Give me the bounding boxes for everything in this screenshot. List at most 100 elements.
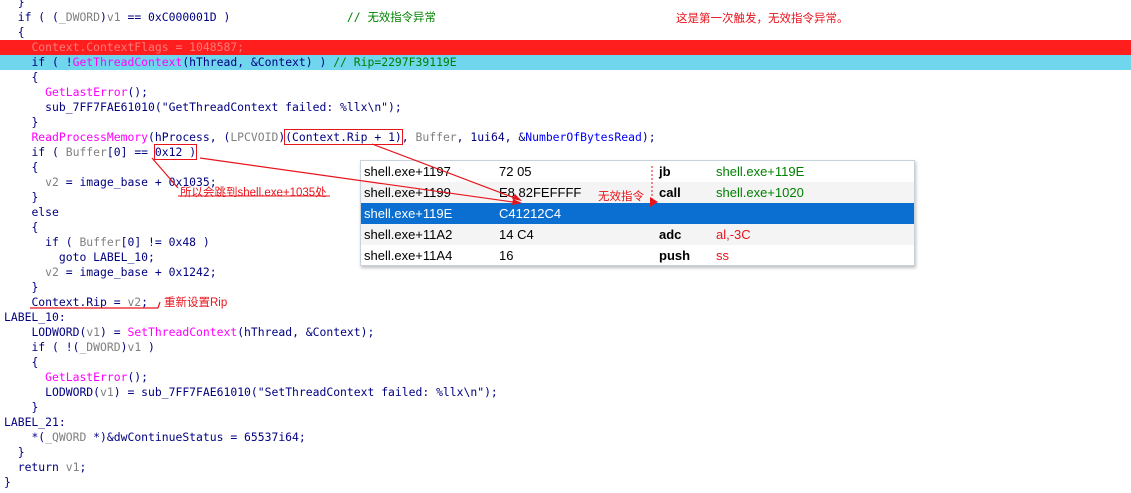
code-token: if ( !( xyxy=(31,340,80,354)
code-line[interactable]: if ( Buffer[0] == 0x12 ) xyxy=(0,144,1131,160)
code-token: ); xyxy=(641,130,656,144)
code-token: [0] != 0x48 ) xyxy=(120,235,210,249)
code-line[interactable]: return v1; xyxy=(0,460,1131,475)
code-token: v1 xyxy=(127,340,142,354)
code-token: if ( ( xyxy=(17,10,59,24)
annotation-invalid-instruction: 无效指令 xyxy=(598,191,644,203)
code-token: LODWORD xyxy=(31,325,80,339)
code-token: LODWORD xyxy=(45,385,94,399)
code-token: ReadProcessMemory xyxy=(31,130,149,144)
code-token: } xyxy=(31,400,39,414)
code-line[interactable]: *(_QWORD *)&dwContinueStatus = 65537i64; xyxy=(0,430,1131,445)
code-line[interactable]: } xyxy=(0,115,1131,130)
disasm-addr: shell.exe+1197 xyxy=(364,164,451,179)
code-line[interactable]: } xyxy=(0,475,1131,490)
code-token: { xyxy=(31,355,39,369)
code-token: (hProcess, ( xyxy=(148,130,231,144)
code-line[interactable]: GetLastError(); xyxy=(0,85,1131,100)
disasm-operand: shell.exe+1020 xyxy=(716,185,804,200)
code-token: } xyxy=(31,115,39,129)
code-line[interactable]: LABEL_21: xyxy=(0,415,1131,430)
code-token: else xyxy=(31,205,59,219)
code-token: } xyxy=(17,445,25,459)
annotation-first-trigger: 这是第一次触发，无效指令异常。 xyxy=(676,13,849,25)
disasm-mnemonic: push xyxy=(659,248,691,263)
code-token: { xyxy=(17,25,25,39)
disassembly-popup[interactable]: shell.exe+1197 72 05 jb shell.exe+119E shell… xyxy=(360,160,915,266)
code-token: GetThreadContext xyxy=(72,55,183,69)
disasm-mnemonic: call xyxy=(659,185,681,200)
disasm-addr: shell.exe+11A4 xyxy=(364,248,453,263)
disasm-row[interactable]: shell.exe+1197 72 05 jb shell.exe+119E xyxy=(361,161,914,182)
annotation-jump-note: 所以会跳到shell.exe+1035处 xyxy=(180,187,327,199)
code-token: if ( ! xyxy=(31,55,73,69)
code-token: v1 xyxy=(100,385,114,399)
code-token: [0] == xyxy=(106,145,155,159)
code-token: v2 xyxy=(45,265,59,279)
disasm-operand: shell.exe+119E xyxy=(716,164,805,179)
code-token: } xyxy=(4,475,11,489)
code-line[interactable]: if ( !GetThreadContext(hThread, &Context… xyxy=(0,55,1131,70)
code-token: Context.ContextFlags = 1048587; xyxy=(31,40,245,54)
code-token: SetThreadContext xyxy=(127,325,238,339)
code-line[interactable]: { xyxy=(0,70,1131,85)
code-token: } xyxy=(31,280,39,294)
disasm-bytes: E8 82FEFFFF xyxy=(499,185,582,200)
code-token: Buffer xyxy=(65,145,107,159)
code-line[interactable]: } xyxy=(0,400,1131,415)
code-token: Context.Rip = xyxy=(31,295,128,309)
code-token: v1 xyxy=(65,460,80,474)
code-line[interactable]: Context.ContextFlags = 1048587; xyxy=(0,40,1131,55)
disasm-addr: shell.exe+1199 xyxy=(364,185,451,200)
disasm-bytes: 14 C4 xyxy=(499,227,534,242)
annotation-reset-rip: 重新设置Rip xyxy=(164,297,228,309)
code-token: { xyxy=(31,70,39,84)
disasm-addr: shell.exe+11A2 xyxy=(364,227,453,242)
code-token: ) xyxy=(100,10,107,24)
code-line[interactable]: if ( !(_DWORD)v1 ) xyxy=(0,340,1131,355)
disasm-row[interactable]: shell.exe+119E C41212C4 xyxy=(361,203,914,224)
code-line[interactable]: } xyxy=(0,0,1131,10)
code-token: Buffer xyxy=(415,130,457,144)
code-token: { xyxy=(31,220,39,234)
code-token: GetLastError xyxy=(45,370,128,384)
disasm-row[interactable]: shell.exe+11A2 14 C4 adc al,-3C xyxy=(361,224,914,245)
code-token: ) xyxy=(141,340,155,354)
code-token: } xyxy=(31,190,39,204)
code-token: // Rip=2297F39119E xyxy=(333,55,457,69)
code-token: LPCVOID xyxy=(230,130,279,144)
disasm-mnemonic: jb xyxy=(659,164,671,179)
code-token: _DWORD xyxy=(58,10,101,24)
code-line[interactable]: { xyxy=(0,355,1131,370)
code-line[interactable]: LABEL_10: xyxy=(0,310,1131,325)
code-token: _DWORD xyxy=(79,340,121,354)
code-line[interactable]: GetLastError(); xyxy=(0,370,1131,385)
code-token: ; xyxy=(79,460,87,474)
code-token-boxed: 0x12 ) xyxy=(153,144,198,160)
code-token: v1 xyxy=(106,10,121,24)
code-token: if ( xyxy=(31,145,66,159)
disasm-row[interactable]: shell.exe+11A4 16 push ss xyxy=(361,245,914,265)
code-token: ) = xyxy=(100,325,128,339)
code-line[interactable]: } xyxy=(0,445,1131,460)
code-token: = image_base + 0x1242; xyxy=(58,265,217,279)
disasm-bytes: C41212C4 xyxy=(499,206,562,221)
code-line[interactable]: ReadProcessMemory(hProcess, (LPCVOID)(Co… xyxy=(0,129,1131,145)
code-token: Buffer xyxy=(79,235,121,249)
code-token: (hThread, &Context) ) xyxy=(182,55,334,69)
code-line[interactable]: LODWORD(v1) = SetThreadContext(hThread, … xyxy=(0,325,1131,340)
code-token: *( xyxy=(31,430,46,444)
code-line[interactable]: if ( (_DWORD)v1 == 0xC000001D ) // 无效指令异… xyxy=(0,10,1131,25)
code-line[interactable]: } xyxy=(0,280,1131,295)
code-token: GetLastError xyxy=(45,85,128,99)
code-line[interactable]: sub_7FF7FAE61010("GetThreadContext faile… xyxy=(0,100,1131,115)
code-token: v2 xyxy=(45,175,59,189)
code-line[interactable]: { xyxy=(0,25,1131,40)
code-line[interactable]: LODWORD(v1) = sub_7FF7FAE61010("SetThrea… xyxy=(0,385,1131,400)
code-line[interactable]: v2 = image_base + 0x1242; xyxy=(0,265,1131,280)
code-token: ) = sub_7FF7FAE61010("SetThreadContext f… xyxy=(113,385,498,399)
code-token: LABEL_10: xyxy=(4,310,66,324)
disasm-operand: al,-3C xyxy=(716,227,751,242)
disasm-operand: ss xyxy=(716,248,729,263)
disasm-bytes: 72 05 xyxy=(499,164,532,179)
